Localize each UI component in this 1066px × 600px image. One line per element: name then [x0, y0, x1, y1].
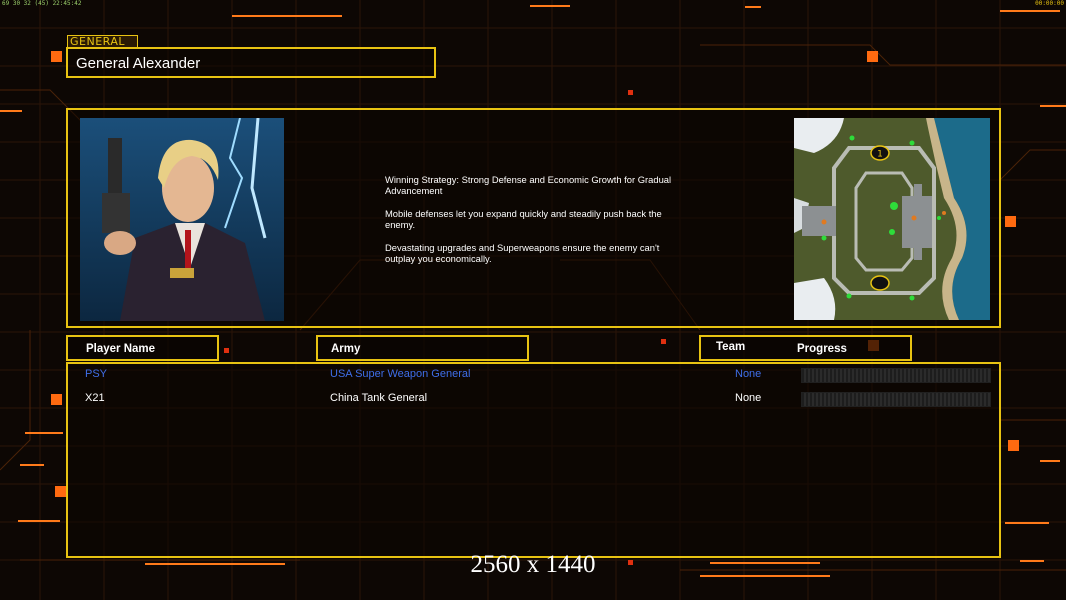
header-team-label: Team [716, 341, 746, 353]
load-progress-bar [801, 368, 991, 383]
player-name: PSY [85, 368, 108, 380]
player-list-panel: PSY USA Super Weapon General None X21 Ch… [66, 362, 1001, 558]
player-name: X21 [85, 392, 105, 404]
player-army: China Tank General [330, 392, 428, 404]
player-army: USA Super Weapon General [330, 368, 471, 380]
description-line: Devastating upgrades and Superweapons en… [385, 242, 660, 264]
player-team: None [735, 368, 762, 380]
header-army-label: Army [331, 343, 361, 355]
general-name: General Alexander [76, 55, 201, 72]
description-line: Mobile defenses let you expand quickly a… [385, 208, 662, 230]
general-description: Winning Strategy: Strong Defense and Eco… [385, 174, 705, 276]
player-team: None [735, 392, 762, 404]
header-player-label: Player Name [86, 343, 156, 355]
load-progress-bar [801, 392, 991, 407]
header-team-progress: Team Progress [699, 335, 912, 361]
fps-readout: 69 30 32 (45) 22:45:42 [2, 0, 82, 7]
general-portrait [80, 118, 284, 321]
header-player-name: Player Name [66, 335, 219, 361]
start-position-marker: 1 [877, 150, 883, 160]
general-name-box: General Alexander [66, 47, 436, 78]
description-line: Winning Strategy: Strong Defense and Eco… [385, 174, 672, 196]
resolution-label: 2560 x 1440 [470, 551, 596, 578]
player-row[interactable]: PSY USA Super Weapon General None [68, 368, 999, 383]
header-army: Army [316, 335, 529, 361]
clock-readout: 00:00:00 [1035, 0, 1064, 7]
player-row[interactable]: X21 China Tank General None [68, 392, 999, 407]
map-preview: 1 [794, 118, 990, 320]
header-progress-label: Progress [797, 343, 847, 355]
